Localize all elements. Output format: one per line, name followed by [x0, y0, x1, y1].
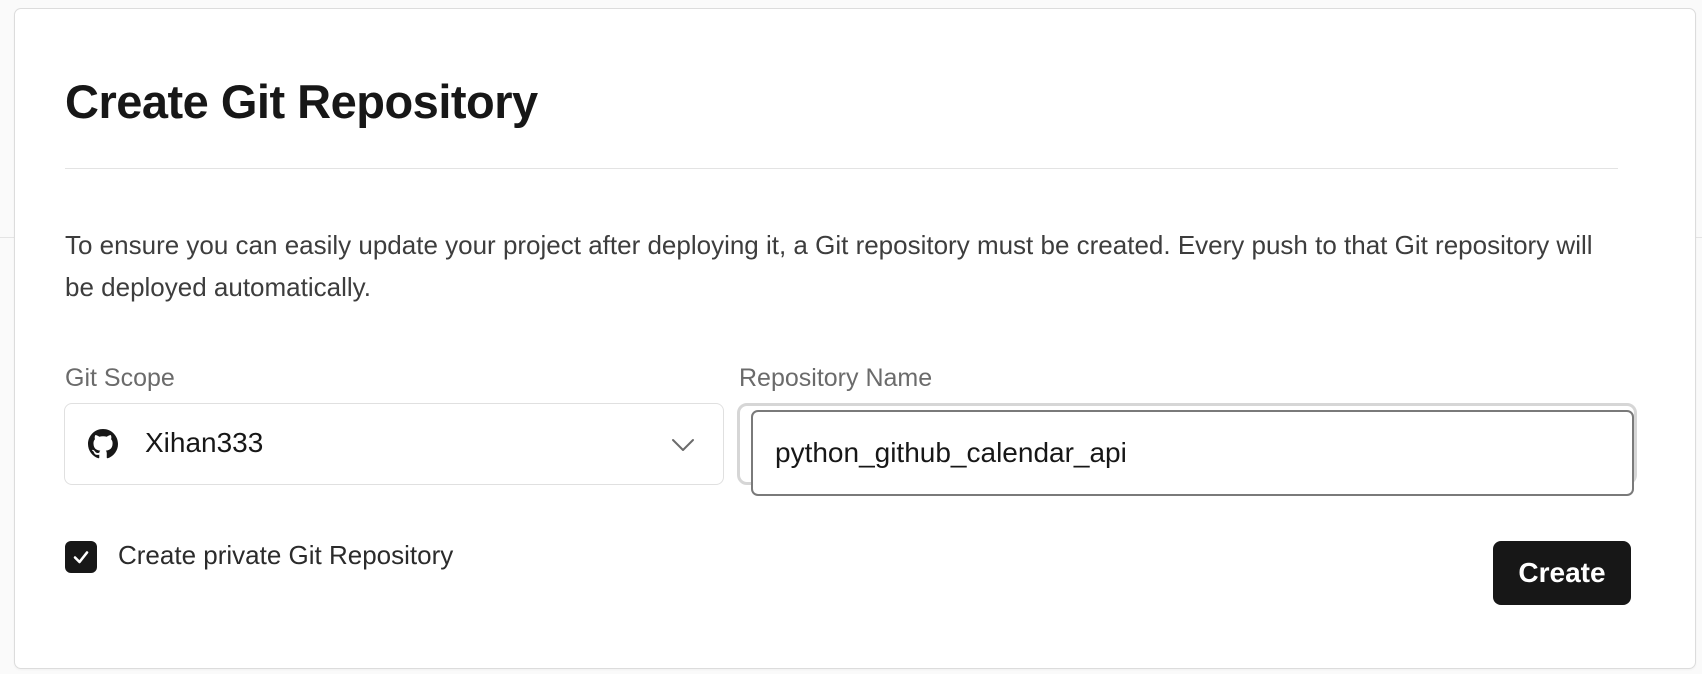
title-divider — [65, 168, 1618, 169]
repository-name-input[interactable] — [751, 410, 1634, 496]
checkmark-icon — [73, 551, 89, 564]
private-repo-checkbox[interactable] — [65, 541, 97, 573]
git-scope-label: Git Scope — [65, 364, 175, 392]
page-title: Create Git Repository — [65, 75, 538, 128]
create-button[interactable]: Create — [1493, 541, 1631, 605]
repository-name-label: Repository Name — [739, 364, 933, 392]
chevron-down-icon — [672, 439, 694, 451]
git-scope-value: Xihan333 — [145, 427, 264, 458]
private-repo-label[interactable]: Create private Git Repository — [118, 540, 453, 571]
github-icon — [88, 429, 118, 459]
description-text: To ensure you can easily update your pro… — [65, 230, 1593, 302]
